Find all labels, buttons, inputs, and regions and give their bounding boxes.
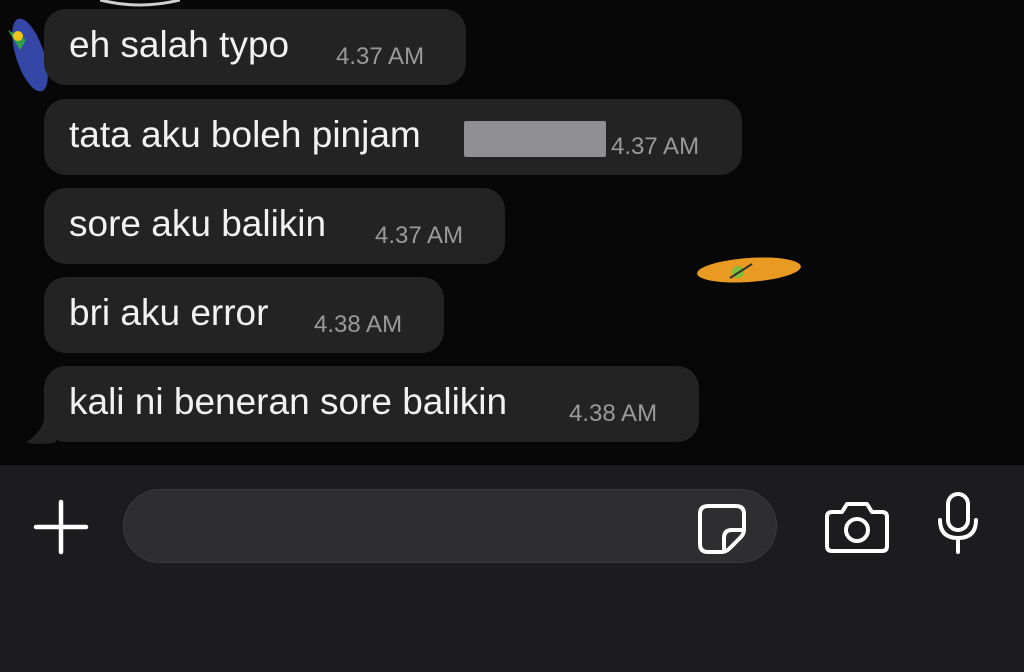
wallpaper-doodle-icon (697, 257, 801, 283)
attach-button[interactable] (30, 496, 92, 558)
message-timestamp: 4.37 AM (375, 222, 464, 249)
message-text: sore aku balikin (69, 203, 327, 244)
message-text: eh salah typo (69, 24, 290, 65)
microphone-button[interactable] (934, 490, 982, 556)
message-list[interactable]: eh salah typo 4.37 AM tata aku boleh pin… (0, 0, 1024, 465)
plus-icon (33, 499, 89, 555)
redacted-block (464, 121, 606, 157)
message-text: bri aku error (69, 292, 269, 333)
sticker-button[interactable] (694, 500, 750, 556)
chat-screen: eh salah typo 4.37 AM tata aku boleh pin… (0, 0, 1024, 672)
camera-icon (825, 502, 889, 553)
message-timestamp: 4.37 AM (336, 43, 425, 70)
wallpaper-doodle-icon (8, 18, 48, 92)
message-bubble[interactable]: tata aku boleh pinjam 4.37 AM (44, 99, 742, 175)
message-bubble[interactable]: eh salah typo 4.37 AM (44, 9, 466, 85)
message-bubble[interactable]: sore aku balikin 4.37 AM (44, 188, 505, 264)
message-text: tata aku boleh pinjam (69, 114, 421, 155)
camera-button[interactable] (822, 496, 892, 556)
microphone-icon (938, 492, 978, 554)
sticker-icon (698, 504, 746, 554)
message-bubble[interactable]: kali ni beneran sore balikin 4.38 AM (44, 366, 699, 442)
message-timestamp: 4.37 AM (611, 133, 700, 160)
message-bubble[interactable]: bri aku error 4.38 AM (44, 277, 444, 353)
message-text: kali ni beneran sore balikin (69, 381, 508, 422)
message-timestamp: 4.38 AM (569, 400, 658, 427)
message-timestamp: 4.38 AM (314, 311, 403, 338)
message-input[interactable] (148, 490, 692, 564)
message-input-field[interactable] (123, 489, 777, 564)
